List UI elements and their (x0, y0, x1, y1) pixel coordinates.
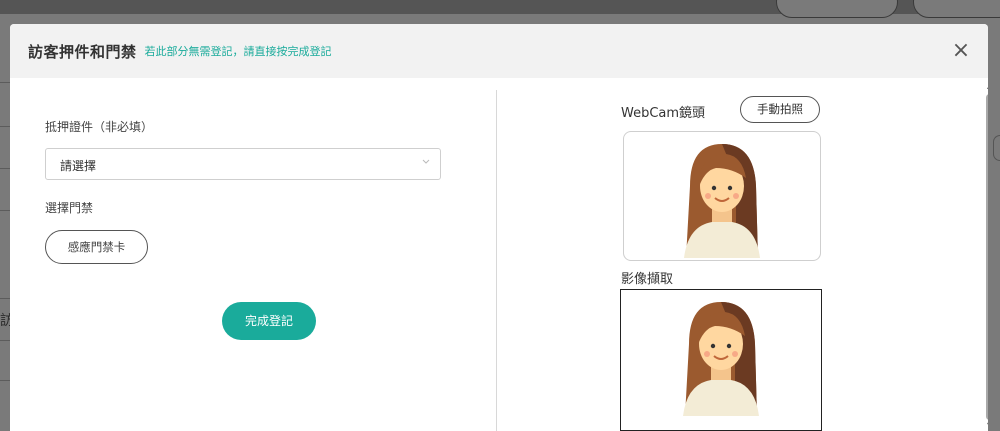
access-label: 選擇門禁 (45, 201, 94, 215)
camera-column: WebCam鏡頭 手動拍照 影像擷取 (497, 78, 977, 431)
background-button (776, 0, 898, 18)
capture-label: 影像擷取 (621, 272, 674, 287)
person-avatar-icon (684, 144, 760, 258)
deposit-label: 抵押證件（非必填） (45, 120, 154, 134)
webcam-label: WebCam鏡頭 (621, 106, 706, 121)
scroll-up-arrow-icon[interactable]: ▲ (987, 82, 988, 90)
manual-capture-button[interactable]: 手動拍照 (740, 96, 820, 123)
chevron-down-icon (422, 159, 430, 164)
webcam-preview (623, 131, 821, 261)
deposit-select-value: 請選擇 (60, 159, 97, 173)
captured-image (620, 289, 822, 431)
scrollbar-thumb[interactable] (986, 94, 988, 420)
close-icon[interactable]: × (948, 38, 974, 64)
deposit-select[interactable]: 請選擇 (45, 148, 441, 180)
background-button-edge (993, 135, 1000, 161)
scroll-down-arrow-icon[interactable]: ▼ (987, 422, 988, 430)
person-avatar-icon (683, 302, 759, 416)
background-button (913, 0, 1000, 18)
modal-header: 訪客押件和門禁 若此部分無需登記，請直接按完成登記 × (10, 24, 988, 78)
complete-registration-button[interactable]: 完成登記 (222, 302, 316, 340)
access-card-button[interactable]: 感應門禁卡 (45, 230, 148, 264)
modal-title: 訪客押件和門禁 (28, 42, 137, 61)
form-column: 抵押證件（非必填） 請選擇 選擇門禁 感應門禁卡 完成登記 (10, 78, 496, 431)
modal-subtitle: 若此部分無需登記，請直接按完成登記 (144, 45, 332, 58)
visitor-deposit-modal: 訪客押件和門禁 若此部分無需登記，請直接按完成登記 × 抵押證件（非必填） 請選… (10, 24, 988, 431)
